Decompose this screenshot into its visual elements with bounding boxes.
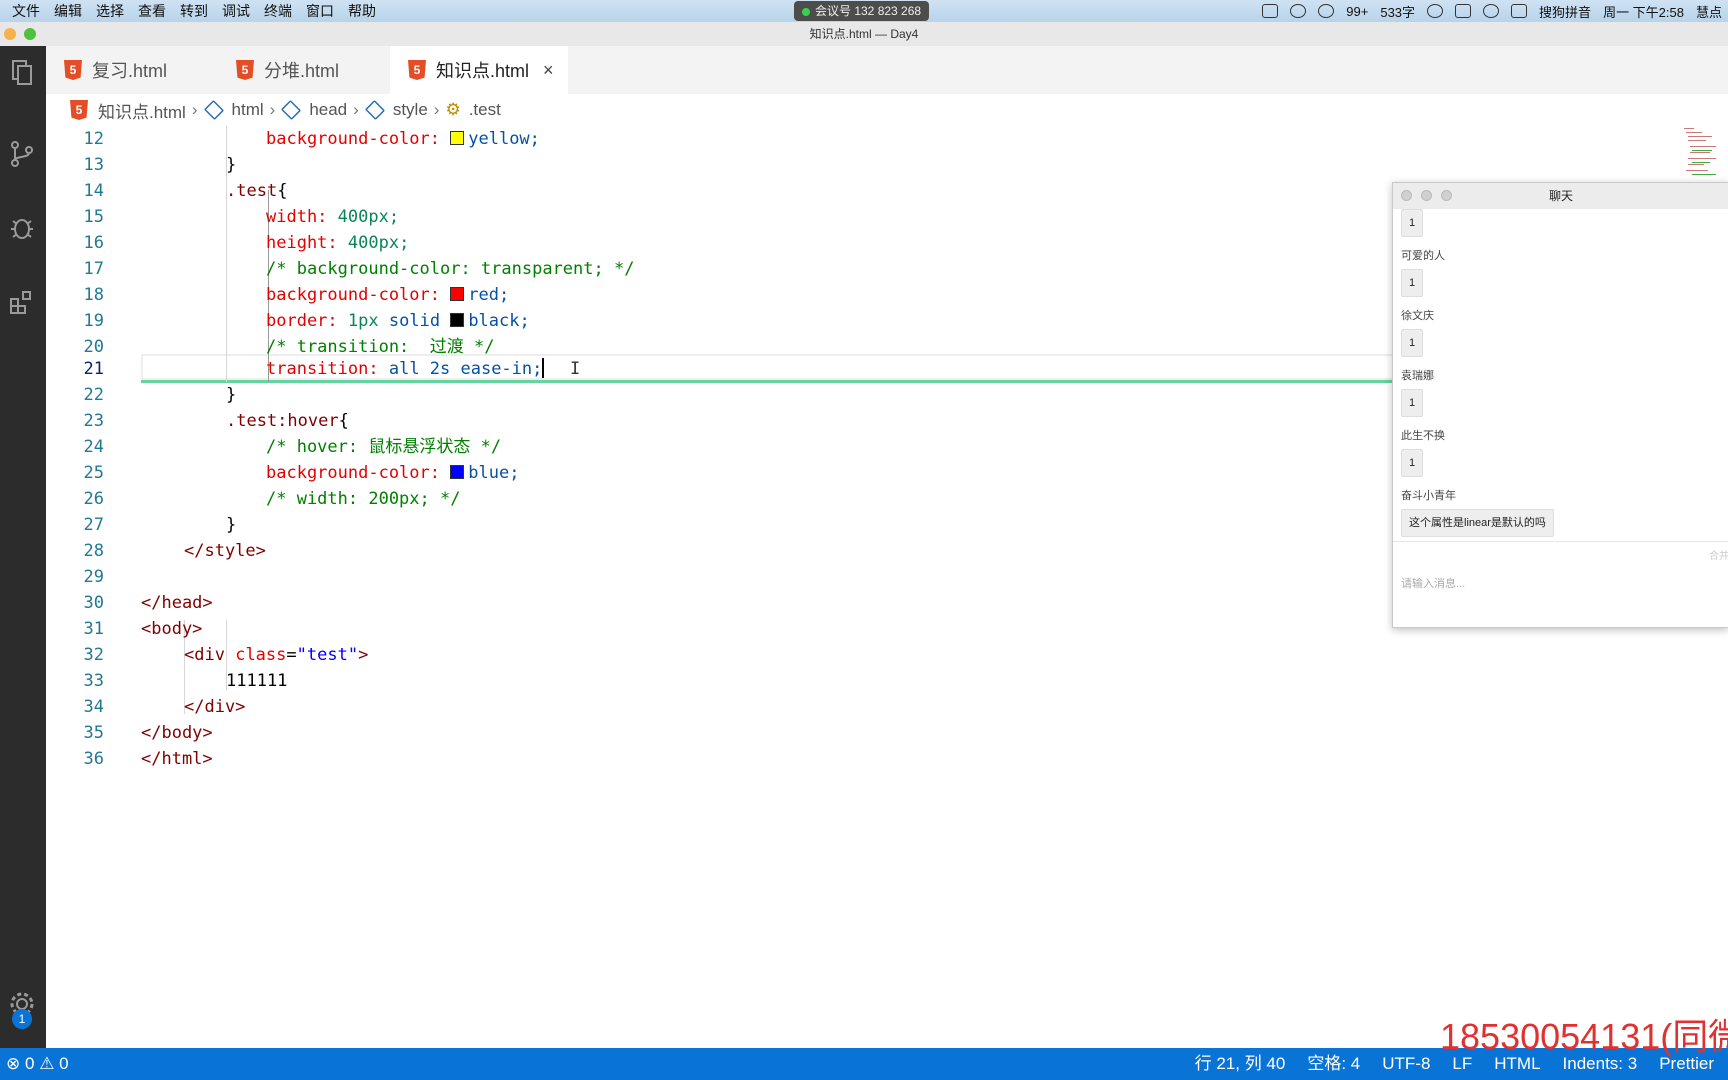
- chevron-right-icon: ›: [269, 100, 276, 119]
- chat-divider: [1393, 541, 1728, 542]
- menu-edit[interactable]: 编辑: [54, 1, 82, 21]
- html5-icon: 5: [70, 100, 88, 120]
- wifi-icon[interactable]: [1483, 4, 1500, 18]
- menu-terminal[interactable]: 终端: [264, 1, 292, 21]
- menu-selection[interactable]: 选择: [96, 1, 124, 21]
- explorer-icon[interactable]: [8, 58, 36, 86]
- chat-message: 奋斗小青年 这个属性是linear是默认的吗: [1401, 487, 1554, 537]
- chat-sender: 袁瑞娜: [1401, 370, 1434, 382]
- ibeam-cursor-icon: I: [570, 359, 581, 379]
- yellow-swatch[interactable]: [450, 131, 465, 145]
- debug-icon[interactable]: [8, 214, 36, 242]
- warning-icon: ⚠: [39, 1054, 55, 1073]
- menu-file[interactable]: 文件: [12, 1, 40, 21]
- chat-zoom-button[interactable]: [1441, 190, 1452, 201]
- element-icon: [364, 99, 385, 121]
- warning-count: 0: [59, 1054, 69, 1073]
- html5-icon: 5: [236, 60, 254, 80]
- merge-hint[interactable]: 合并: [1709, 547, 1728, 562]
- chat-message: 1: [1401, 203, 1424, 237]
- chat-minimize-button[interactable]: [1421, 190, 1432, 201]
- close-tab-icon[interactable]: ×: [543, 60, 554, 81]
- tab-knowledge[interactable]: 5 知识点.html ×: [390, 46, 568, 94]
- text-cursor: [542, 358, 545, 378]
- cursor-position[interactable]: 行 21, 列 40: [1195, 1048, 1286, 1080]
- breadcrumb-style[interactable]: style: [364, 99, 428, 121]
- red-swatch[interactable]: [450, 287, 465, 301]
- watermark: 18530054131(同微: [1440, 1016, 1728, 1057]
- menu-goto[interactable]: 转到: [180, 1, 208, 21]
- meeting-indicator[interactable]: 会议号 132 823 268: [794, 1, 930, 21]
- breadcrumb-selector[interactable]: ⚙ .test: [445, 100, 500, 120]
- chat-message: 徐文庆 1: [1401, 307, 1434, 357]
- chat-title: 聊天: [1548, 189, 1573, 203]
- chat-sender: 此生不换: [1401, 430, 1445, 442]
- zoom-button[interactable]: [24, 28, 36, 40]
- html5-icon: 5: [408, 60, 426, 80]
- meeting-id: 会议号 132 823 268: [815, 4, 922, 18]
- breadcrumb-file[interactable]: 5 知识点.html: [70, 98, 186, 123]
- input-method[interactable]: 搜狗拼音: [1539, 2, 1591, 21]
- shield-icon[interactable]: [1290, 4, 1307, 18]
- extensions-icon[interactable]: [8, 288, 36, 316]
- breadcrumb-head[interactable]: head: [281, 99, 347, 121]
- recording-dot-icon: [802, 7, 810, 16]
- encoding[interactable]: UTF-8: [1382, 1048, 1430, 1080]
- menu-view[interactable]: 查看: [138, 1, 166, 21]
- blue-swatch[interactable]: [450, 465, 465, 479]
- word-count[interactable]: 533字: [1380, 2, 1415, 21]
- tab-label: 复习.html: [92, 61, 168, 81]
- chevron-right-icon: ›: [191, 100, 198, 119]
- display-icon[interactable]: [1455, 4, 1472, 18]
- wechat-icon[interactable]: [1318, 4, 1335, 18]
- tab-label: 知识点.html: [436, 61, 530, 81]
- breadcrumb: 5 知识点.html › html › head › style › ⚙ .test: [46, 94, 1728, 126]
- chat-sender: 奋斗小青年: [1401, 490, 1456, 502]
- source-control-icon[interactable]: [8, 140, 36, 168]
- error-count: 0: [24, 1054, 35, 1073]
- element-icon: [281, 99, 302, 121]
- chat-titlebar: 聊天: [1393, 183, 1728, 209]
- minimap[interactable]: [1682, 126, 1722, 186]
- chevron-right-icon: ›: [353, 100, 359, 119]
- selector-icon: ⚙: [445, 100, 461, 119]
- camera-icon[interactable]: [1262, 4, 1279, 18]
- volume-icon[interactable]: [1511, 4, 1528, 18]
- tab-review[interactable]: 5 复习.html: [46, 46, 218, 94]
- menu-debug[interactable]: 调试: [222, 1, 250, 21]
- settings-badge: 1: [12, 1009, 32, 1029]
- chat-window: 聊天 1 可爱的人 1 徐文庆 1 袁瑞娜 1 此生不换 1 奋斗小青年 这个属性是lin…: [1392, 182, 1728, 628]
- user-name[interactable]: 慧点: [1696, 2, 1722, 21]
- menu-window[interactable]: 窗口: [306, 1, 334, 21]
- tab-grouping[interactable]: 5 分堆.html: [218, 46, 390, 94]
- mic-icon[interactable]: [1427, 4, 1444, 18]
- activity-bar: [0, 46, 46, 1048]
- element-icon: [203, 99, 224, 121]
- mac-menubar: 文件 编辑 选择 查看 转到 调试 终端 窗口 帮助 会议号 132 823 2…: [0, 0, 1728, 22]
- editor-tabs: 5 复习.html 5 分堆.html 5 知识点.html ×: [46, 46, 1728, 94]
- chevron-right-icon: ›: [433, 100, 440, 119]
- error-icon: ⊗: [6, 1054, 21, 1073]
- chat-sender: 徐文庆: [1401, 310, 1434, 322]
- chat-close-button[interactable]: [1401, 190, 1412, 201]
- html5-icon: 5: [64, 60, 82, 80]
- wechat-badge: 99+: [1346, 3, 1369, 19]
- tab-label: 分堆.html: [264, 61, 340, 81]
- chat-message: 此生不换 1: [1401, 427, 1445, 477]
- window-titlebar: 知识点.html — Day4: [0, 22, 1728, 46]
- breadcrumb-html[interactable]: html: [203, 99, 264, 121]
- indentation[interactable]: 空格: 4: [1307, 1048, 1360, 1080]
- menu-help[interactable]: 帮助: [348, 1, 376, 21]
- chat-sender: 可爱的人: [1401, 250, 1445, 262]
- window-title: 知识点.html — Day4: [809, 27, 919, 41]
- clock[interactable]: 周一 下午2:58: [1603, 2, 1684, 21]
- black-swatch[interactable]: [450, 313, 465, 327]
- chat-message: 可爱的人 1: [1401, 247, 1445, 297]
- system-tray: 99+ 533字 搜狗拼音 周一 下午2:58 慧点: [1262, 0, 1722, 22]
- problems-indicator[interactable]: ⊗ 0 ⚠ 0: [6, 1048, 69, 1080]
- minimize-button[interactable]: [4, 28, 16, 40]
- chat-message: 袁瑞娜 1: [1401, 367, 1434, 417]
- chat-input[interactable]: 请输入消息...: [1401, 575, 1465, 591]
